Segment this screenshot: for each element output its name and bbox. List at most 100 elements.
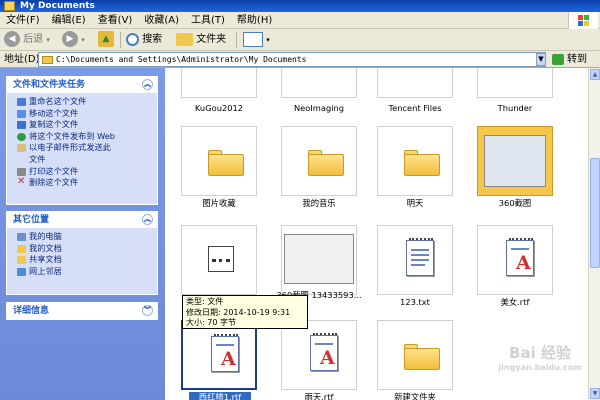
move-icon xyxy=(17,109,26,118)
thumbnail xyxy=(281,225,357,295)
details-panel: 详细信息 ︾ xyxy=(6,302,158,320)
vertical-scrollbar[interactable]: ▲ ▼ xyxy=(588,68,600,400)
panel-header[interactable]: 详细信息 ︾ xyxy=(7,303,157,319)
thumbnail xyxy=(281,68,357,98)
place-my-documents[interactable]: 我的文档 xyxy=(17,243,153,255)
forward-button[interactable]: ▶ ▾ xyxy=(62,31,85,49)
toolbar: ◀ 后退 ▾ ▶ ▾ ▲ 搜索 文件夹 ▾ xyxy=(0,29,600,51)
file-name: 明天 xyxy=(406,198,424,208)
thumbnail xyxy=(181,225,257,295)
print-task[interactable]: 打印这个文件 xyxy=(17,166,153,178)
file-name: 雨天.rtf xyxy=(304,392,334,400)
move-task[interactable]: 移动这个文件 xyxy=(17,108,153,120)
folders-label: 文件夹 xyxy=(196,34,227,45)
publish-web-task[interactable]: 将这个文件发布到 Web xyxy=(17,131,153,143)
thumbnail xyxy=(477,126,553,196)
thumbnail xyxy=(377,225,453,295)
file-name: 新建文件夹 xyxy=(394,392,436,400)
thumbnail: A xyxy=(281,320,357,390)
details-title: 详细信息 xyxy=(13,306,50,316)
panel-header[interactable]: 文件和文件夹任务 ︽ xyxy=(7,77,157,93)
menu-view[interactable]: 查看(V) xyxy=(92,12,139,29)
views-icon xyxy=(243,31,263,47)
network-icon xyxy=(17,267,26,276)
text-file-icon xyxy=(406,238,434,276)
back-button[interactable]: ◀ 后退 ▾ xyxy=(4,31,50,49)
music-folder-icon xyxy=(308,150,344,176)
other-places-panel: 其它位置 ︽ 我的电脑 我的文档 共享文档 网上邻居 xyxy=(6,211,158,295)
thumbnail xyxy=(377,126,453,196)
search-label: 搜索 xyxy=(142,34,163,45)
go-label: 转到 xyxy=(567,54,587,65)
other-places-title: 其它位置 xyxy=(13,215,50,225)
back-label: 后退 xyxy=(23,34,44,45)
toolbar-separator xyxy=(236,32,237,48)
computer-icon xyxy=(17,233,26,241)
delete-task[interactable]: ✕ 删除这个文件 xyxy=(17,177,153,189)
place-network[interactable]: 网上邻居 xyxy=(17,266,153,278)
file-info-tooltip: 类型: 文件 修改日期: 2014-10-19 9:31 大小: 70 字节 xyxy=(182,295,308,329)
go-button[interactable]: 转到 xyxy=(552,52,587,67)
email-task[interactable]: 以电子邮件形式发送此 xyxy=(17,142,153,154)
address-path: C:\Documents and Settings\Administrator\… xyxy=(56,55,307,64)
search-icon xyxy=(126,32,139,46)
title-bar: My Documents xyxy=(0,0,600,12)
baidu-watermark-logo: Bai 经验 jingyan.baidu.com xyxy=(498,344,582,372)
menu-tools[interactable]: 工具(T) xyxy=(185,12,231,29)
address-input[interactable]: C:\Documents and Settings\Administrator\… xyxy=(38,52,546,67)
rename-task[interactable]: 重命名这个文件 xyxy=(17,96,153,108)
collapse-chevron-icon[interactable]: ︽ xyxy=(142,214,153,225)
collapse-chevron-icon[interactable]: ︽ xyxy=(142,79,153,90)
file-tasks-panel: 文件和文件夹任务 ︽ 重命名这个文件 移动这个文件 复制这个文件 将这个文件发布… xyxy=(6,76,158,205)
scroll-down-button[interactable]: ▼ xyxy=(590,388,600,399)
file-name: KuGou2012 xyxy=(194,103,244,113)
menu-favorites[interactable]: 收藏(A) xyxy=(138,12,185,29)
menu-edit[interactable]: 编辑(E) xyxy=(46,12,92,29)
file-name: 美女.rtf xyxy=(500,297,530,307)
file-name: 360截图 xyxy=(498,198,532,208)
file-name: 我的音乐 xyxy=(302,198,336,208)
thumbnail xyxy=(181,126,257,196)
copy-task[interactable]: 复制这个文件 xyxy=(17,119,153,131)
forward-arrow-icon: ▶ xyxy=(62,31,78,47)
scroll-thumb[interactable] xyxy=(590,158,600,268)
expand-chevron-icon[interactable]: ︾ xyxy=(142,305,153,316)
screenshot-preview-icon xyxy=(484,135,546,187)
thumbnail xyxy=(281,126,357,196)
file-view: KuGou2012 NeoImaging Tencent Files Thund… xyxy=(165,68,588,400)
scroll-up-button[interactable]: ▲ xyxy=(590,69,600,80)
toolbar-separator xyxy=(120,32,121,48)
folders-button[interactable]: 文件夹 xyxy=(176,31,226,49)
address-bar: 地址(D) C:\Documents and Settings\Administ… xyxy=(0,51,600,68)
shared-folder-icon xyxy=(17,256,26,265)
panel-header[interactable]: 其它位置 ︽ xyxy=(7,212,157,228)
search-button[interactable]: 搜索 xyxy=(126,31,162,49)
place-my-computer[interactable]: 我的电脑 xyxy=(17,231,153,243)
tooltip-modified: 修改日期: 2014-10-19 9:31 xyxy=(186,307,291,317)
folder-icon xyxy=(4,1,15,11)
copy-icon xyxy=(17,121,26,130)
folder-icon xyxy=(404,344,440,370)
tooltip-size: 大小: 70 字节 xyxy=(186,318,236,327)
rtf-file-icon: A xyxy=(211,334,239,372)
file-name: 西红柿1.rtf xyxy=(189,392,251,400)
task-pane: 文件和文件夹任务 ︽ 重命名这个文件 移动这个文件 复制这个文件 将这个文件发布… xyxy=(0,68,165,400)
email-task-continued[interactable]: 文件 xyxy=(17,154,153,166)
go-arrow-icon xyxy=(552,53,564,65)
folders-icon xyxy=(176,32,193,46)
menu-file[interactable]: 文件(F) xyxy=(0,12,46,29)
image-file-icon xyxy=(208,246,234,272)
address-dropdown-button[interactable]: ▼ xyxy=(536,53,546,66)
globe-icon xyxy=(17,132,26,141)
thumbnail xyxy=(477,68,553,98)
menu-help[interactable]: 帮助(H) xyxy=(231,12,278,29)
back-arrow-icon: ◀ xyxy=(4,31,20,47)
place-shared-documents[interactable]: 共享文档 xyxy=(17,254,153,266)
delete-x-icon: ✕ xyxy=(17,176,26,188)
up-folder-button[interactable]: ▲ xyxy=(98,31,114,49)
window-title: My Documents xyxy=(20,1,95,11)
menu-bar: 文件(F) 编辑(E) 查看(V) 收藏(A) 工具(T) 帮助(H) xyxy=(0,12,600,29)
thumbnail xyxy=(377,68,453,98)
envelope-icon xyxy=(17,144,26,153)
views-button[interactable]: ▾ xyxy=(243,31,270,49)
